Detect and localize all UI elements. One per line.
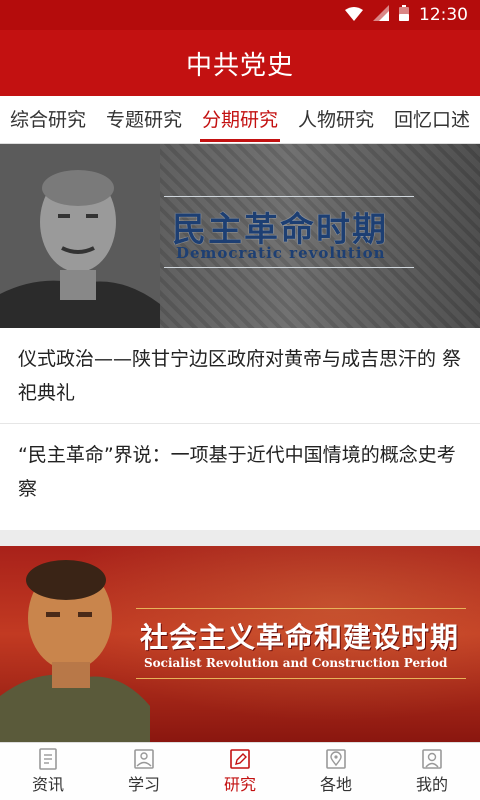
portrait-image: [0, 144, 160, 328]
signal-icon: [373, 5, 389, 25]
wifi-icon: [345, 6, 363, 25]
tab-people[interactable]: 人物研究: [288, 96, 384, 144]
tab-topical[interactable]: 专题研究: [96, 96, 192, 144]
banner-title: 社会主义革命和建设时期: [140, 621, 460, 654]
document-icon: [39, 748, 57, 770]
banner-socialist-revolution[interactable]: 社会主义革命和建设时期 Socialist Revolution and Con…: [0, 546, 480, 742]
nav-item-study[interactable]: 学习: [96, 743, 192, 800]
article-title: 仪式政治——陕甘宁边区政府对黄帝与成吉思汗的 祭祀典礼: [18, 348, 462, 404]
status-time: 12:30: [419, 5, 468, 25]
banner-subtitle: Democratic revolution: [176, 244, 386, 262]
battery-icon: [399, 5, 409, 25]
nav-label: 研究: [223, 775, 256, 794]
edit-icon: [230, 749, 250, 769]
nav-label: 学习: [127, 775, 160, 794]
nav-label: 资讯: [31, 775, 64, 794]
divider: [136, 608, 466, 609]
category-tabs: 综合研究 专题研究 分期研究 人物研究 回忆口述: [0, 96, 480, 144]
nav-label: 各地: [319, 775, 352, 794]
article-title: “民主革命”界说：一项基于近代中国情境的概念史考察: [18, 444, 456, 500]
tab-memoirs[interactable]: 回忆口述: [384, 96, 480, 144]
banner-democratic-revolution[interactable]: 民主革命时期 Democratic revolution: [0, 144, 480, 328]
nav-item-news[interactable]: 资讯: [0, 743, 96, 800]
status-bar: 12:30: [0, 0, 480, 30]
tab-comprehensive[interactable]: 综合研究: [0, 96, 96, 144]
nav-label: 我的: [415, 775, 448, 794]
list-item[interactable]: “民主革命”界说：一项基于近代中国情境的概念史考察: [0, 424, 480, 530]
location-icon: [326, 749, 346, 769]
app-bar: 中共党史: [0, 30, 480, 96]
user-icon: [422, 749, 442, 769]
nav-item-regions[interactable]: 各地: [288, 743, 384, 800]
nav-item-research[interactable]: 研究: [192, 743, 288, 800]
tab-periodization[interactable]: 分期研究: [192, 96, 288, 144]
divider: [136, 678, 466, 679]
banner-subtitle: Socialist Revolution and Construction Pe…: [144, 656, 448, 670]
page-title: 中共党史: [185, 50, 294, 81]
portrait-image: [0, 560, 150, 742]
list-item[interactable]: 仪式政治——陕甘宁边区政府对黄帝与成吉思汗的 祭祀典礼: [0, 328, 480, 424]
nav-item-mine[interactable]: 我的: [384, 743, 480, 800]
bottom-nav: 资讯 学习 研究 各地 我的: [0, 742, 480, 800]
image-icon: [134, 749, 154, 769]
